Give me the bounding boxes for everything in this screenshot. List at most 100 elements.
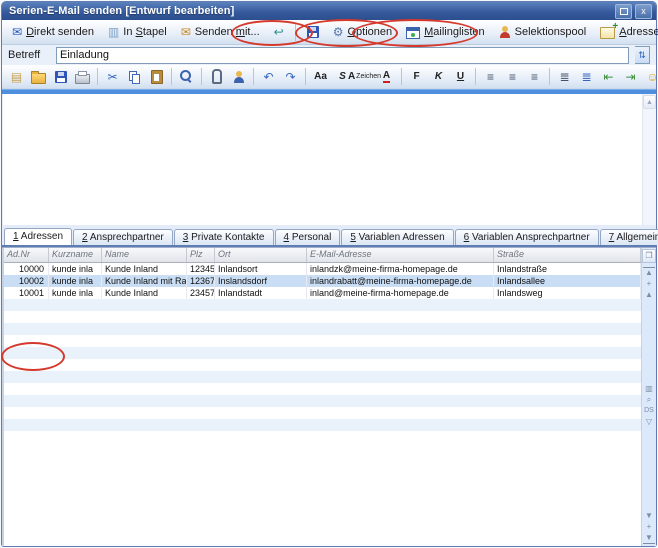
attachment-icon[interactable] [206,67,227,87]
tab-ansprechpartner[interactable]: 2 Ansprechpartner [73,229,173,245]
copy-icon[interactable] [124,67,145,87]
table-row[interactable]: 10002kunde inlaKunde Inland mit Rabatt12… [4,275,641,287]
tab-allgemeine-variablen[interactable]: 7 Allgemeine Variablen [600,229,658,245]
mailinglist-icon [406,27,420,39]
font-style-icon-glyph: S [339,72,346,82]
column-header-e-mail-adresse[interactable]: E-Mail-Adresse [307,248,494,262]
new-icon-glyph: ▤ [11,71,22,83]
row-up-button[interactable]: ▲ [643,290,655,301]
smiley-icon-glyph: ☺ [646,71,658,83]
salutation-icon[interactable] [228,67,249,87]
column-header-ad-nr[interactable]: Ad.Nr [4,248,49,262]
last-row-button[interactable]: ▼ [643,532,655,544]
tab-personal-label: Personal [289,232,331,243]
underline-icon[interactable]: U [450,67,471,87]
empty-grid-row [4,311,641,323]
open-folder-icon[interactable] [28,67,49,87]
cell-ort: Inlandsort [215,263,307,275]
page-up-button[interactable]: + [643,279,655,290]
search-row-button[interactable]: ⌕ [643,394,655,405]
print-icon[interactable] [72,67,93,87]
italic-icon[interactable]: K [428,67,449,87]
new-icon[interactable]: ▤ [6,67,27,87]
scroll-up-icon[interactable]: ▲ [643,95,656,109]
close-button[interactable]: x [635,4,652,19]
empty-grid-row [4,323,641,335]
save-icon-glyph [55,71,67,83]
outdent-icon[interactable]: ⇤ [598,67,619,87]
first-row-button[interactable]: ▲ [643,267,655,279]
empty-grid-row [4,419,641,431]
save-button[interactable] [301,23,325,41]
in-stapel-button[interactable]: ▥In Stapel [102,23,173,41]
paste-icon[interactable] [146,67,167,87]
message-body-input[interactable] [2,94,642,225]
column-header-stra-e[interactable]: Straße [494,248,641,262]
align-left-icon-glyph: ≡ [487,71,494,83]
font-color-icon[interactable]: A [376,67,397,87]
search-icon[interactable] [176,67,197,87]
adresse-hinzufuegen-button[interactable]: Adresse hinzufügen [594,22,658,42]
print-icon-glyph [75,74,90,84]
dataset-button[interactable]: DS [643,405,655,416]
tab-private-kontakte[interactable]: 3 Private Kontakte [174,229,274,245]
redo-icon[interactable]: ↷ [280,67,301,87]
window-title: Serien-E-Mail senden [Entwurf bearbeiten… [9,5,612,17]
columns-button[interactable]: ▥ [643,383,655,394]
batch-icon: ▥ [108,26,119,38]
column-header-kurzname[interactable]: Kurzname [49,248,102,262]
table-row[interactable]: 10000kunde inlaKunde Inland12345Inlandso… [4,263,641,275]
column-header-name[interactable]: Name [102,248,187,262]
direkt-senden-button[interactable]: ✉Direkt senden [6,23,100,41]
align-right-icon[interactable]: ≡ [524,67,545,87]
editor-scrollbar[interactable]: ▲ [642,94,656,225]
tab-adressen[interactable]: 1 Adressen [4,228,72,245]
restore-button[interactable] [615,4,632,19]
address-grid-area: Ad.NrKurznameNamePlzOrtE-Mail-AdresseStr… [2,247,656,547]
bold-icon-glyph: F [413,72,419,82]
tab-variablen-ansprechpartner[interactable]: 6 Variablen Ansprechpartner [455,229,599,245]
table-row[interactable]: 10001kunde inlaKunde Inland23457Inlandst… [4,287,641,299]
format-toolbar: ▤✂↶↷AaSAZeichenAFKU≡≡≡≣≣⇤⇥☺ [2,65,656,89]
subject-dropdown-button[interactable]: ⇅ [635,46,650,64]
empty-grid-row [4,383,641,395]
message-editor: ▲ [2,94,656,225]
title-bar[interactable]: Serien-E-Mail senden [Entwurf bearbeiten… [2,2,656,20]
align-left-icon[interactable]: ≡ [480,67,501,87]
column-header-ort[interactable]: Ort [215,248,307,262]
cell-plz: 23457 [187,287,215,299]
empty-grid-row [4,335,641,347]
undo-icon[interactable]: ↶ [258,67,279,87]
optionen-button[interactable]: ⚙Optionen [327,23,398,41]
align-right-icon-glyph: ≡ [531,71,538,83]
bold-icon[interactable]: F [406,67,427,87]
cell-ad-nr: 10001 [4,287,49,299]
char-icon[interactable]: AZeichen [354,67,375,87]
senden-mit-button[interactable]: ✉Senden mit... [175,23,266,41]
align-center-icon[interactable]: ≡ [502,67,523,87]
column-header-plz[interactable]: Plz [187,248,215,262]
page-down-button[interactable]: + [643,521,655,532]
row-down-button[interactable]: ▼ [643,510,655,521]
font-size-icon[interactable]: Aa [310,67,331,87]
bullet-list-icon[interactable]: ≣ [576,67,597,87]
tab-variablen-adressen[interactable]: 5 Variablen Adressen [341,229,453,245]
column-customize-button[interactable]: ❐ [642,249,656,263]
smiley-icon[interactable]: ☺ [642,67,658,87]
copy-icon-glyph [129,71,140,83]
subject-label: Betreff [8,49,50,61]
subject-input[interactable] [56,47,629,64]
cut-icon[interactable]: ✂ [102,67,123,87]
indent-icon-glyph: ⇥ [625,71,635,83]
salutation-icon-glyph [233,71,245,83]
filter-button[interactable]: ▽ [643,416,655,427]
numbered-list-icon[interactable]: ≣ [554,67,575,87]
save-icon[interactable] [50,67,71,87]
format-toolbar-separator [253,68,254,85]
selektionspool-button[interactable]: Selektionspool [493,23,593,41]
indent-icon[interactable]: ⇥ [620,67,641,87]
revert-button[interactable]: ↩ [268,23,290,41]
cell-kurzname: kunde inla [49,275,102,287]
mailinglisten-button[interactable]: Mailinglisten [400,22,491,42]
tab-personal[interactable]: 4 Personal [275,229,341,245]
